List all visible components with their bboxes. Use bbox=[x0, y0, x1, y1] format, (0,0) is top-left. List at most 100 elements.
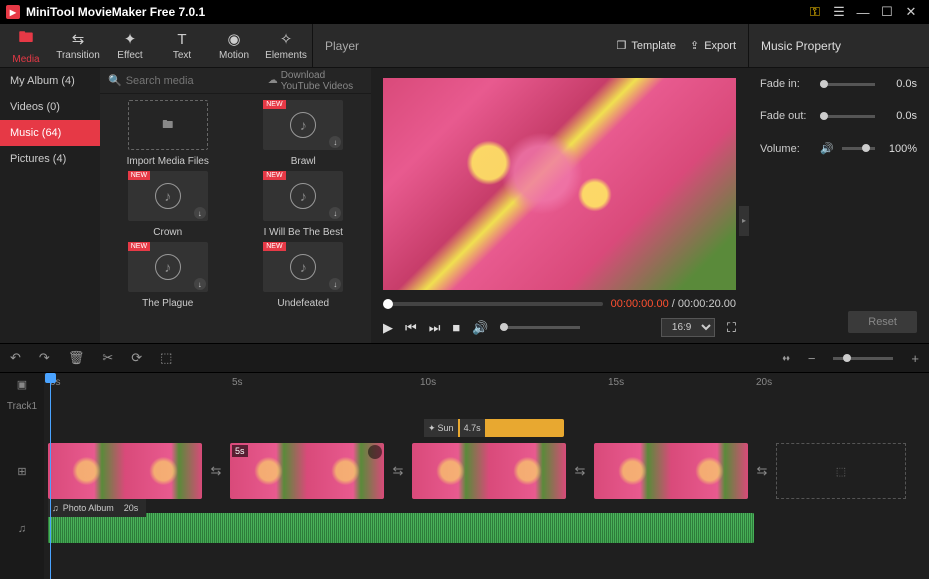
search-input[interactable] bbox=[126, 75, 268, 87]
tab-motion[interactable]: ◉Motion bbox=[208, 24, 260, 67]
next-button[interactable]: ⏭ bbox=[429, 320, 441, 336]
maximize-button[interactable]: ☐ bbox=[875, 2, 899, 22]
zoom-slider[interactable] bbox=[833, 357, 893, 360]
timeline: ▣ Track1 ⊞ ♫ 0s 5s 10s 15s 20s ✦ Sun 4.7… bbox=[0, 373, 929, 579]
media-item[interactable]: NEW♪↓ Brawl bbox=[242, 100, 366, 167]
transition-slot[interactable]: ⇆ bbox=[752, 461, 772, 481]
media-search-row: 🔍 ☁Download YouTube Videos bbox=[100, 68, 371, 94]
template-button[interactable]: ❒Template bbox=[616, 39, 676, 52]
fullscreen-button[interactable]: ⛶ bbox=[727, 320, 736, 336]
music-note-icon: ♪ bbox=[155, 254, 181, 280]
scrub-handle[interactable] bbox=[383, 299, 393, 309]
speed-button[interactable]: ⟳ bbox=[131, 350, 142, 366]
undo-button[interactable]: ↶ bbox=[10, 350, 21, 366]
download-icon[interactable]: ↓ bbox=[194, 278, 206, 290]
video-clip[interactable] bbox=[48, 443, 202, 499]
tab-effect[interactable]: ✦Effect bbox=[104, 24, 156, 67]
timecode: 00:00:00.00 / 00:00:20.00 bbox=[611, 298, 736, 310]
template-icon: ❒ bbox=[616, 39, 626, 52]
sidebar-item-videos[interactable]: Videos (0) bbox=[0, 94, 100, 120]
transition-slot[interactable]: ⇆ bbox=[388, 461, 408, 481]
layers-icon[interactable]: ▣ bbox=[0, 373, 44, 395]
download-icon[interactable]: ↓ bbox=[329, 136, 341, 148]
sidebar: My Album (4) Videos (0) Music (64) Pictu… bbox=[0, 68, 100, 343]
redo-button[interactable]: ↷ bbox=[39, 350, 50, 366]
volume-row: Volume: 🔊 100% bbox=[760, 142, 917, 155]
video-clip[interactable]: 5s bbox=[230, 443, 384, 499]
play-button[interactable]: ▶ bbox=[383, 320, 393, 336]
slider-handle[interactable] bbox=[862, 144, 870, 152]
tab-text[interactable]: TText bbox=[156, 24, 208, 67]
tracks-area[interactable]: 0s 5s 10s 15s 20s ✦ Sun 4.7s ⇆ 5s ⇆ ⇆ ⇆ … bbox=[44, 373, 929, 579]
media-item[interactable]: NEW♪↓ Undefeated bbox=[242, 242, 366, 309]
zoom-out-button[interactable]: − bbox=[808, 351, 816, 366]
zoom-in-button[interactable]: + bbox=[911, 351, 919, 366]
media-item[interactable]: NEW♪↓ The Plague bbox=[106, 242, 230, 309]
text-icon: T bbox=[177, 31, 186, 48]
video-track[interactable]: ⇆ 5s ⇆ ⇆ ⇆ ⬚ bbox=[44, 439, 929, 503]
speaker-icon[interactable]: 🔊 bbox=[820, 142, 834, 155]
sidebar-item-myalbum[interactable]: My Album (4) bbox=[0, 68, 100, 94]
download-icon[interactable]: ↓ bbox=[194, 207, 206, 219]
fadein-row: Fade in: 0.0s bbox=[760, 78, 917, 90]
zoom-handle[interactable] bbox=[843, 354, 851, 362]
minimize-button[interactable]: — bbox=[851, 2, 875, 22]
video-clip[interactable] bbox=[412, 443, 566, 499]
aspect-ratio-select[interactable]: 16:9 bbox=[661, 318, 715, 337]
volume-prop-slider[interactable] bbox=[842, 147, 875, 150]
download-icon[interactable]: ↓ bbox=[329, 278, 341, 290]
music-track-icon[interactable]: ♫ bbox=[0, 503, 44, 555]
video-preview[interactable] bbox=[383, 78, 736, 290]
prev-button[interactable]: ⏮ bbox=[405, 320, 417, 336]
music-note-icon: ♪ bbox=[290, 112, 316, 138]
transition-slot[interactable]: ⇆ bbox=[570, 461, 590, 481]
new-badge: NEW bbox=[128, 242, 150, 251]
video-track-icon[interactable]: ⊞ bbox=[0, 439, 44, 503]
menu-icon[interactable]: ☰ bbox=[827, 2, 851, 22]
clip-options-icon[interactable] bbox=[368, 445, 382, 459]
media-item[interactable]: NEW♪↓ I Will Be The Best bbox=[242, 171, 366, 238]
tool-tabs: 🖿Media ⇆Transition ✦Effect TText ◉Motion… bbox=[0, 24, 312, 67]
stop-button[interactable]: ■ bbox=[452, 320, 460, 335]
delete-button[interactable]: 🗑 bbox=[68, 350, 85, 366]
tab-media[interactable]: 🖿Media bbox=[0, 24, 52, 67]
music-track[interactable]: ♫Photo Album20s bbox=[44, 503, 929, 555]
new-badge: NEW bbox=[263, 171, 285, 180]
text-clip[interactable]: ✦ Sun 4.7s bbox=[424, 419, 564, 437]
time-ruler[interactable]: 0s 5s 10s 15s 20s bbox=[44, 373, 929, 395]
volume-handle[interactable] bbox=[500, 323, 508, 331]
transition-slot[interactable]: ⇆ bbox=[206, 461, 226, 481]
music-clip[interactable]: ♫Photo Album20s bbox=[48, 513, 754, 543]
slider-handle[interactable] bbox=[820, 112, 828, 120]
fadein-slider[interactable] bbox=[820, 83, 875, 86]
split-button[interactable]: ✂ bbox=[102, 350, 113, 366]
media-item[interactable]: NEW♪↓ Crown bbox=[106, 171, 230, 238]
drop-zone[interactable]: ⬚ bbox=[776, 443, 906, 499]
download-icon[interactable]: ↓ bbox=[329, 207, 341, 219]
search-icon: 🔍 bbox=[108, 74, 122, 87]
property-header: Music Property bbox=[748, 24, 929, 67]
video-clip[interactable] bbox=[594, 443, 748, 499]
sidebar-item-music[interactable]: Music (64) bbox=[0, 120, 100, 146]
panel-expand-handle[interactable]: ▸ bbox=[739, 206, 749, 236]
slider-handle[interactable] bbox=[820, 80, 828, 88]
key-icon[interactable]: ⚿ bbox=[803, 2, 827, 22]
fadeout-slider[interactable] bbox=[820, 115, 875, 118]
audio-settings-icon[interactable]: ⬪⬪ bbox=[783, 350, 790, 366]
media-item-import[interactable]: 🖿 Import Media Files bbox=[106, 100, 230, 167]
new-badge: NEW bbox=[263, 242, 285, 251]
scrub-bar[interactable] bbox=[383, 302, 603, 306]
close-button[interactable]: ✕ bbox=[899, 2, 923, 22]
reset-button[interactable]: Reset bbox=[848, 311, 917, 333]
export-button[interactable]: ⇪Export bbox=[690, 39, 736, 52]
tab-elements[interactable]: ✧Elements bbox=[260, 24, 312, 67]
volume-slider[interactable] bbox=[500, 326, 580, 329]
volume-icon[interactable]: 🔊 bbox=[472, 320, 488, 336]
text-track[interactable]: ✦ Sun 4.7s bbox=[44, 417, 929, 439]
music-note-icon: ♪ bbox=[290, 183, 316, 209]
sidebar-item-pictures[interactable]: Pictures (4) bbox=[0, 146, 100, 172]
download-youtube-link[interactable]: ☁Download YouTube Videos bbox=[268, 70, 363, 92]
playhead[interactable] bbox=[50, 373, 51, 579]
tab-transition[interactable]: ⇆Transition bbox=[52, 24, 104, 67]
crop-button[interactable]: ⬚ bbox=[160, 350, 172, 366]
